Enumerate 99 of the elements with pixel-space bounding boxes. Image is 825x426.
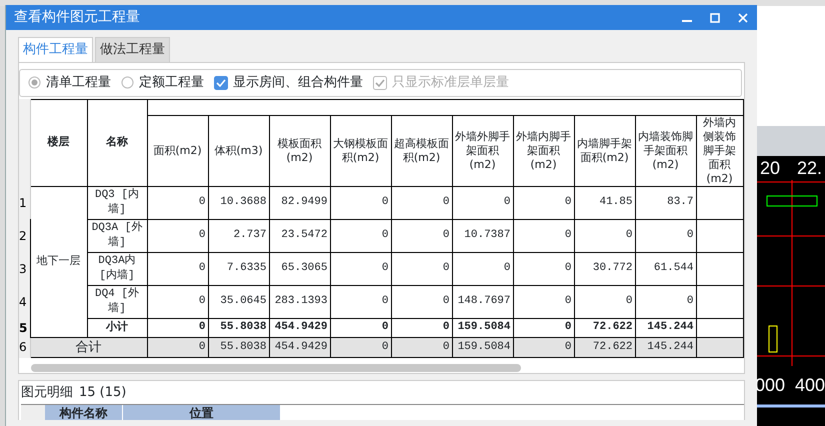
checkbox[interactable]: [214, 76, 228, 90]
table-cell: 55.8038: [208, 318, 269, 337]
table-cell: 0: [513, 318, 574, 337]
table-cell: 159.5084: [452, 337, 513, 358]
radio-button[interactable]: [121, 76, 134, 89]
table-cell: 454.9429: [269, 318, 330, 337]
table-cell: 0: [391, 337, 452, 358]
table-cell: 0: [330, 186, 391, 219]
table-cell: 0: [513, 219, 574, 252]
column-header: 位置: [123, 405, 281, 420]
column-header: 超高模板面积(m2): [391, 115, 452, 186]
table-cell: 0: [147, 285, 208, 318]
cad-label: 20: [760, 159, 780, 177]
table-cell: 0: [574, 219, 635, 252]
table-cell: DQ3A内 [内墙]: [87, 252, 147, 285]
table-cell: 0: [635, 285, 696, 318]
row-number: 2: [19, 219, 30, 252]
row-number: 5: [19, 318, 30, 337]
table-cell: 145.244: [635, 337, 696, 358]
table-cell: 7.6335: [208, 252, 269, 285]
row-number: 6: [19, 337, 30, 358]
column-header: 名称: [87, 99, 147, 186]
table-cell: 0: [513, 337, 574, 358]
table-cell: 10.3688: [208, 186, 269, 219]
table-cell: DQ3A [外墙]: [87, 219, 147, 252]
table-cell: 0: [330, 252, 391, 285]
tab[interactable]: 构件工程量: [18, 37, 93, 62]
table-cell: DQ4 [外墙]: [87, 285, 147, 318]
table-cell: 65.3065: [269, 252, 330, 285]
column-header: 内墙装饰脚手架面积(m2): [635, 115, 696, 186]
column-header: 外墙内侧装饰脚手架面积(m2): [696, 115, 743, 186]
table-cell: 0: [391, 186, 452, 219]
option-label: 只显示标准层单层量: [392, 74, 509, 92]
close-icon[interactable]: [738, 12, 748, 22]
table-cell: 0: [391, 318, 452, 337]
cad-label: 400: [795, 376, 825, 394]
table-cell: 0: [513, 252, 574, 285]
table-cell: 72.622: [574, 337, 635, 358]
table-cell: 454.9429: [269, 337, 330, 358]
radio-button[interactable]: [28, 76, 41, 89]
table-cell: 159.5084: [452, 318, 513, 337]
table-cell: 0: [513, 285, 574, 318]
table-cell: 0: [330, 318, 391, 337]
table-cell: 23.5472: [269, 219, 330, 252]
option-label: 清单工程量: [46, 74, 111, 92]
window-title: 查看构件图元工程量: [14, 8, 141, 27]
table-cell: 145.244: [635, 318, 696, 337]
table-cell: 10.7387: [452, 219, 513, 252]
table-cell: 0: [147, 186, 208, 219]
column-header: 构件名称: [45, 405, 123, 420]
table-cell: 72.622: [574, 318, 635, 337]
table-cell: 30.772: [574, 252, 635, 285]
table-cell: 0: [147, 337, 208, 358]
table-cell: 35.0645: [208, 285, 269, 318]
row-number: 3: [19, 252, 30, 285]
column-header: 楼层: [30, 99, 87, 186]
tab[interactable]: 做法工程量: [95, 37, 170, 62]
column-header: 外墙外脚手架面积(m2): [452, 115, 513, 186]
table-cell: 0: [391, 219, 452, 252]
option-label: 显示房间、组合构件量: [233, 74, 363, 92]
app-panel-header: [757, 126, 825, 156]
total-label: 合计: [30, 337, 147, 358]
table-cell: 55.8038: [208, 337, 269, 358]
table-cell: 0: [147, 318, 208, 337]
column-header: 大钢模板面积(m2): [330, 115, 391, 186]
table-cell: 61.544: [635, 252, 696, 285]
table-cell: 0: [391, 252, 452, 285]
table-cell: 0: [513, 186, 574, 219]
table-cell: 41.85: [574, 186, 635, 219]
table-cell: DQ3 [内墙]: [87, 186, 147, 219]
table-cell: 0: [452, 252, 513, 285]
table-cell: 83.7: [635, 186, 696, 219]
table-cell: 0: [330, 285, 391, 318]
row-number: 1: [19, 186, 30, 219]
table-cell: 0: [330, 337, 391, 358]
column-header: 体积(m3): [208, 115, 269, 186]
option-label: 定额工程量: [139, 74, 204, 92]
horizontal-scrollbar[interactable]: [31, 364, 521, 372]
table-cell: 82.9499: [269, 186, 330, 219]
table-cell: 0: [330, 219, 391, 252]
row-number: 4: [19, 285, 30, 318]
column-header: 面积(m2): [147, 115, 208, 186]
table-cell: 0: [147, 219, 208, 252]
column-header: 外墙内脚手架面积(m2): [513, 115, 574, 186]
table-cell: 0: [391, 285, 452, 318]
table-cell: 0: [147, 252, 208, 285]
table-cell: 2.737: [208, 219, 269, 252]
table-cell: 283.1393: [269, 285, 330, 318]
table-cell: 0: [635, 219, 696, 252]
table-cell: 0: [574, 285, 635, 318]
column-header: 内墙脚手架面积(m2): [574, 115, 635, 186]
detail-title: 图元明细: [21, 384, 73, 402]
maximize-icon[interactable]: [710, 12, 720, 22]
table-cell: 148.7697: [452, 285, 513, 318]
detail-count: 15 (15): [79, 384, 126, 402]
subtotal-label: 小计: [87, 318, 147, 337]
cad-label: 22.: [797, 159, 822, 177]
column-header: 模板面积(m2): [269, 115, 330, 186]
table-cell: 0: [452, 186, 513, 219]
